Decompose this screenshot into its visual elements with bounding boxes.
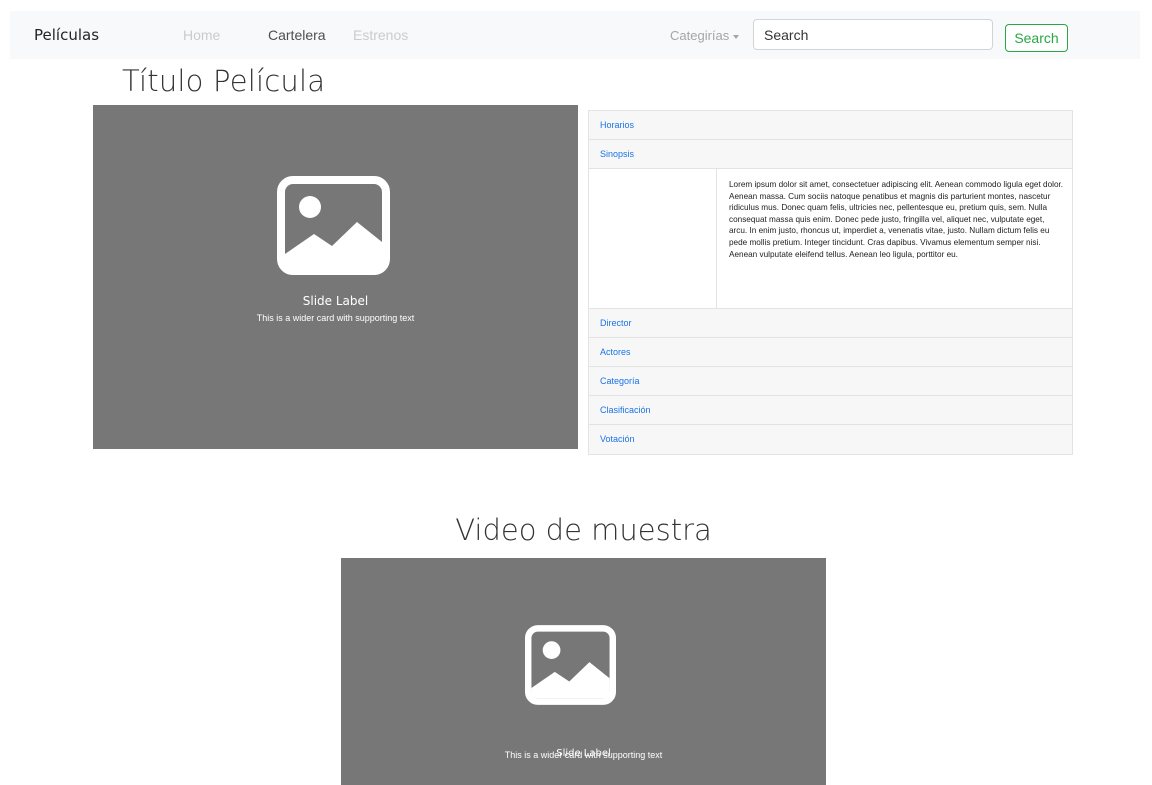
nav-link-cartelera[interactable]: Cartelera — [268, 27, 326, 43]
movie-info-accordion: Horarios Sinopsis Lorem ipsum dolor sit … — [588, 110, 1073, 455]
categories-dropdown-label: Categirías — [670, 28, 730, 43]
search-input[interactable] — [753, 19, 993, 50]
divider — [716, 169, 717, 308]
slide-text: This is a wider card with supporting tex… — [256, 313, 415, 323]
synopsis-text: Lorem ipsum dolor sit amet, consectetuer… — [729, 180, 1064, 259]
categories-dropdown[interactable]: Categirías — [670, 28, 740, 43]
nav-link-home[interactable]: Home — [183, 27, 220, 43]
nav-link-estrenos[interactable]: Estrenos — [353, 27, 408, 43]
movie-carousel[interactable]: Slide Label This is a wider card with su… — [93, 105, 578, 449]
accordion-item-votacion[interactable]: Votación — [589, 425, 1072, 454]
accordion-item-categoria[interactable]: Categoría — [589, 367, 1072, 396]
navbar: Películas Home Cartelera Estrenos Categi… — [10, 11, 1140, 59]
video-section-title: Video de muestra — [455, 513, 712, 547]
accordion-item-director[interactable]: Director — [589, 309, 1072, 338]
navbar-brand[interactable]: Películas — [34, 26, 99, 44]
accordion-item-clasificacion[interactable]: Clasificación — [589, 396, 1072, 425]
video-carousel[interactable]: This is a wider card with supporting tex… — [341, 558, 826, 785]
accordion-item-actores[interactable]: Actores — [589, 338, 1072, 367]
image-icon — [277, 176, 390, 275]
accordion-item-horarios[interactable]: Horarios — [589, 111, 1072, 140]
image-icon — [525, 625, 616, 705]
page-title: Título Película — [122, 64, 326, 98]
caret-down-icon — [733, 34, 740, 39]
search-button[interactable]: Search — [1005, 24, 1068, 52]
slide-label: Slide Label — [302, 294, 369, 308]
accordion-body-sinopsis: Lorem ipsum dolor sit amet, consectetuer… — [589, 169, 1072, 309]
video-slide-label: Slide Label — [556, 748, 611, 759]
accordion-item-sinopsis[interactable]: Sinopsis — [589, 140, 1072, 169]
